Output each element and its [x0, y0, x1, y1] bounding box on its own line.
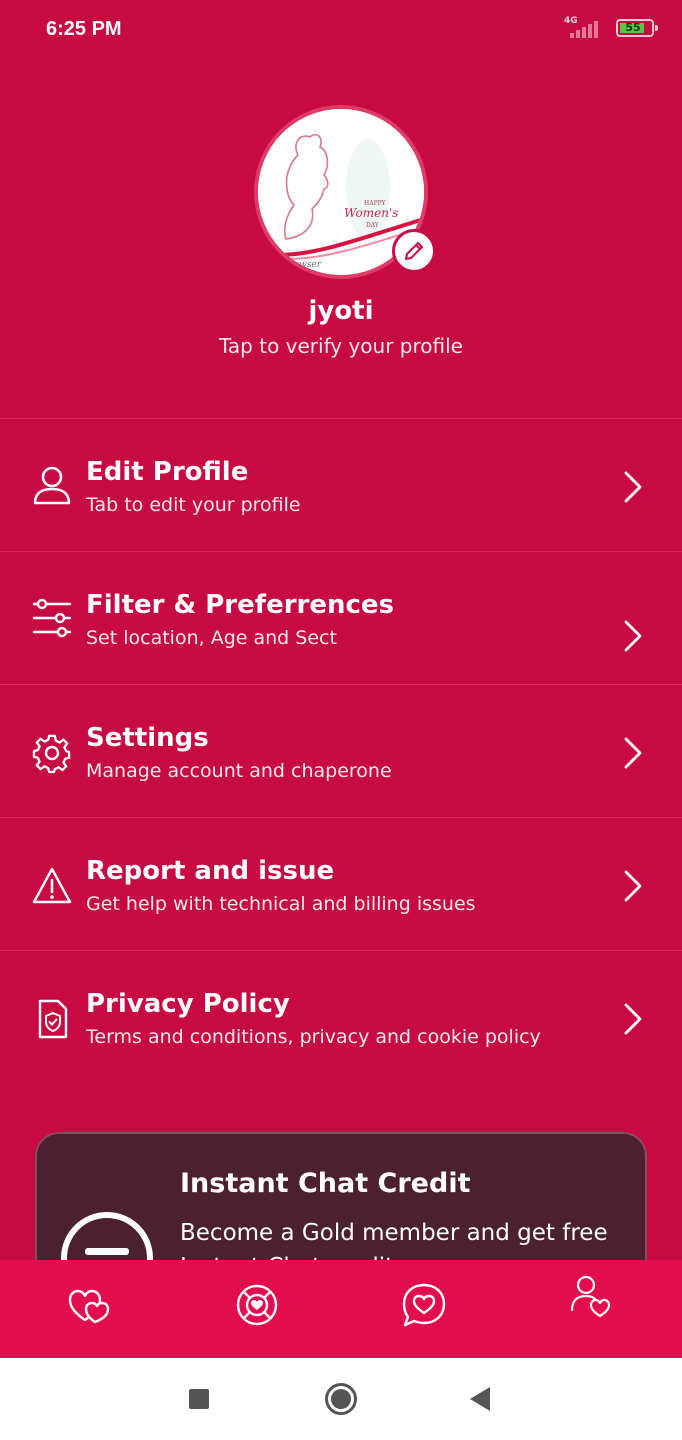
menu-item-settings[interactable]: Settings Manage account and chaperone: [0, 684, 682, 817]
svg-text:Women's: Women's: [344, 206, 398, 220]
chevron-right-icon: [624, 620, 642, 652]
system-nav-bar: [0, 1358, 682, 1440]
menu-item-report-issue[interactable]: Report and issue Get help with technical…: [0, 817, 682, 950]
recents-square-icon[interactable]: [188, 1388, 210, 1410]
settings-menu: Edit Profile Tab to edit your profile Fi…: [0, 418, 682, 1083]
menu-subtitle: Get help with technical and billing issu…: [86, 893, 476, 915]
status-bar: 6:25 PM 4G 55: [0, 0, 682, 60]
menu-title: Filter & Preferrences: [86, 590, 395, 620]
lifebuoy-heart-icon: [236, 1284, 278, 1326]
menu-item-edit-profile[interactable]: Edit Profile Tab to edit your profile: [0, 418, 682, 551]
home-circle-icon[interactable]: [324, 1382, 358, 1416]
credit-card-title: Instant Chat Credit: [180, 1168, 471, 1199]
edit-avatar-button[interactable]: [392, 229, 436, 273]
menu-subtitle: Terms and conditions, privacy and cookie…: [86, 1026, 541, 1048]
user-icon: [33, 466, 71, 505]
gear-icon: [32, 734, 71, 774]
svg-text:DAY: DAY: [366, 222, 380, 229]
nav-profile-button[interactable]: [566, 1272, 616, 1322]
pencil-icon: [405, 242, 423, 260]
chat-heart-icon: [402, 1283, 446, 1327]
status-time: 6:25 PM: [46, 18, 122, 40]
menu-title: Edit Profile: [86, 457, 249, 487]
profile-heart-icon: [570, 1275, 611, 1318]
nav-matches-button[interactable]: [65, 1280, 115, 1330]
nav-help-button[interactable]: [232, 1280, 282, 1330]
menu-title: Privacy Policy: [86, 989, 290, 1019]
profile-name: jyoti: [308, 296, 374, 326]
menu-item-privacy-policy[interactable]: Privacy Policy Terms and conditions, pri…: [0, 950, 682, 1083]
chevron-right-icon: [624, 870, 642, 902]
bottom-nav: [0, 1260, 682, 1358]
battery-icon: 55: [616, 19, 658, 37]
menu-item-filter-preferences[interactable]: Filter & Preferrences Set location, Age …: [0, 551, 682, 684]
battery-level: 55: [625, 21, 641, 34]
chevron-right-icon: [624, 737, 642, 769]
profile-header: HAPPY Women's DAY Powser: [254, 105, 436, 279]
shield-document-icon: [38, 999, 68, 1039]
nav-chat-button[interactable]: [399, 1280, 449, 1330]
signal-icon: 4G: [564, 16, 604, 40]
verify-profile-link[interactable]: Tap to verify your profile: [0, 334, 682, 358]
back-triangle-icon[interactable]: [468, 1386, 492, 1412]
menu-title: Settings: [86, 723, 209, 753]
warning-icon: [32, 867, 72, 904]
menu-subtitle: Tab to edit your profile: [86, 494, 301, 516]
menu-subtitle: Manage account and chaperone: [86, 760, 392, 782]
chevron-right-icon: [624, 471, 642, 503]
menu-title: Report and issue: [86, 856, 335, 886]
chevron-right-icon: [624, 1003, 642, 1035]
svg-text:Powser: Powser: [287, 260, 322, 270]
sliders-icon: [32, 598, 72, 638]
status-icons: 4G 55: [564, 16, 658, 40]
hearts-icon: [68, 1289, 110, 1324]
menu-subtitle: Set location, Age and Sect: [86, 627, 337, 649]
